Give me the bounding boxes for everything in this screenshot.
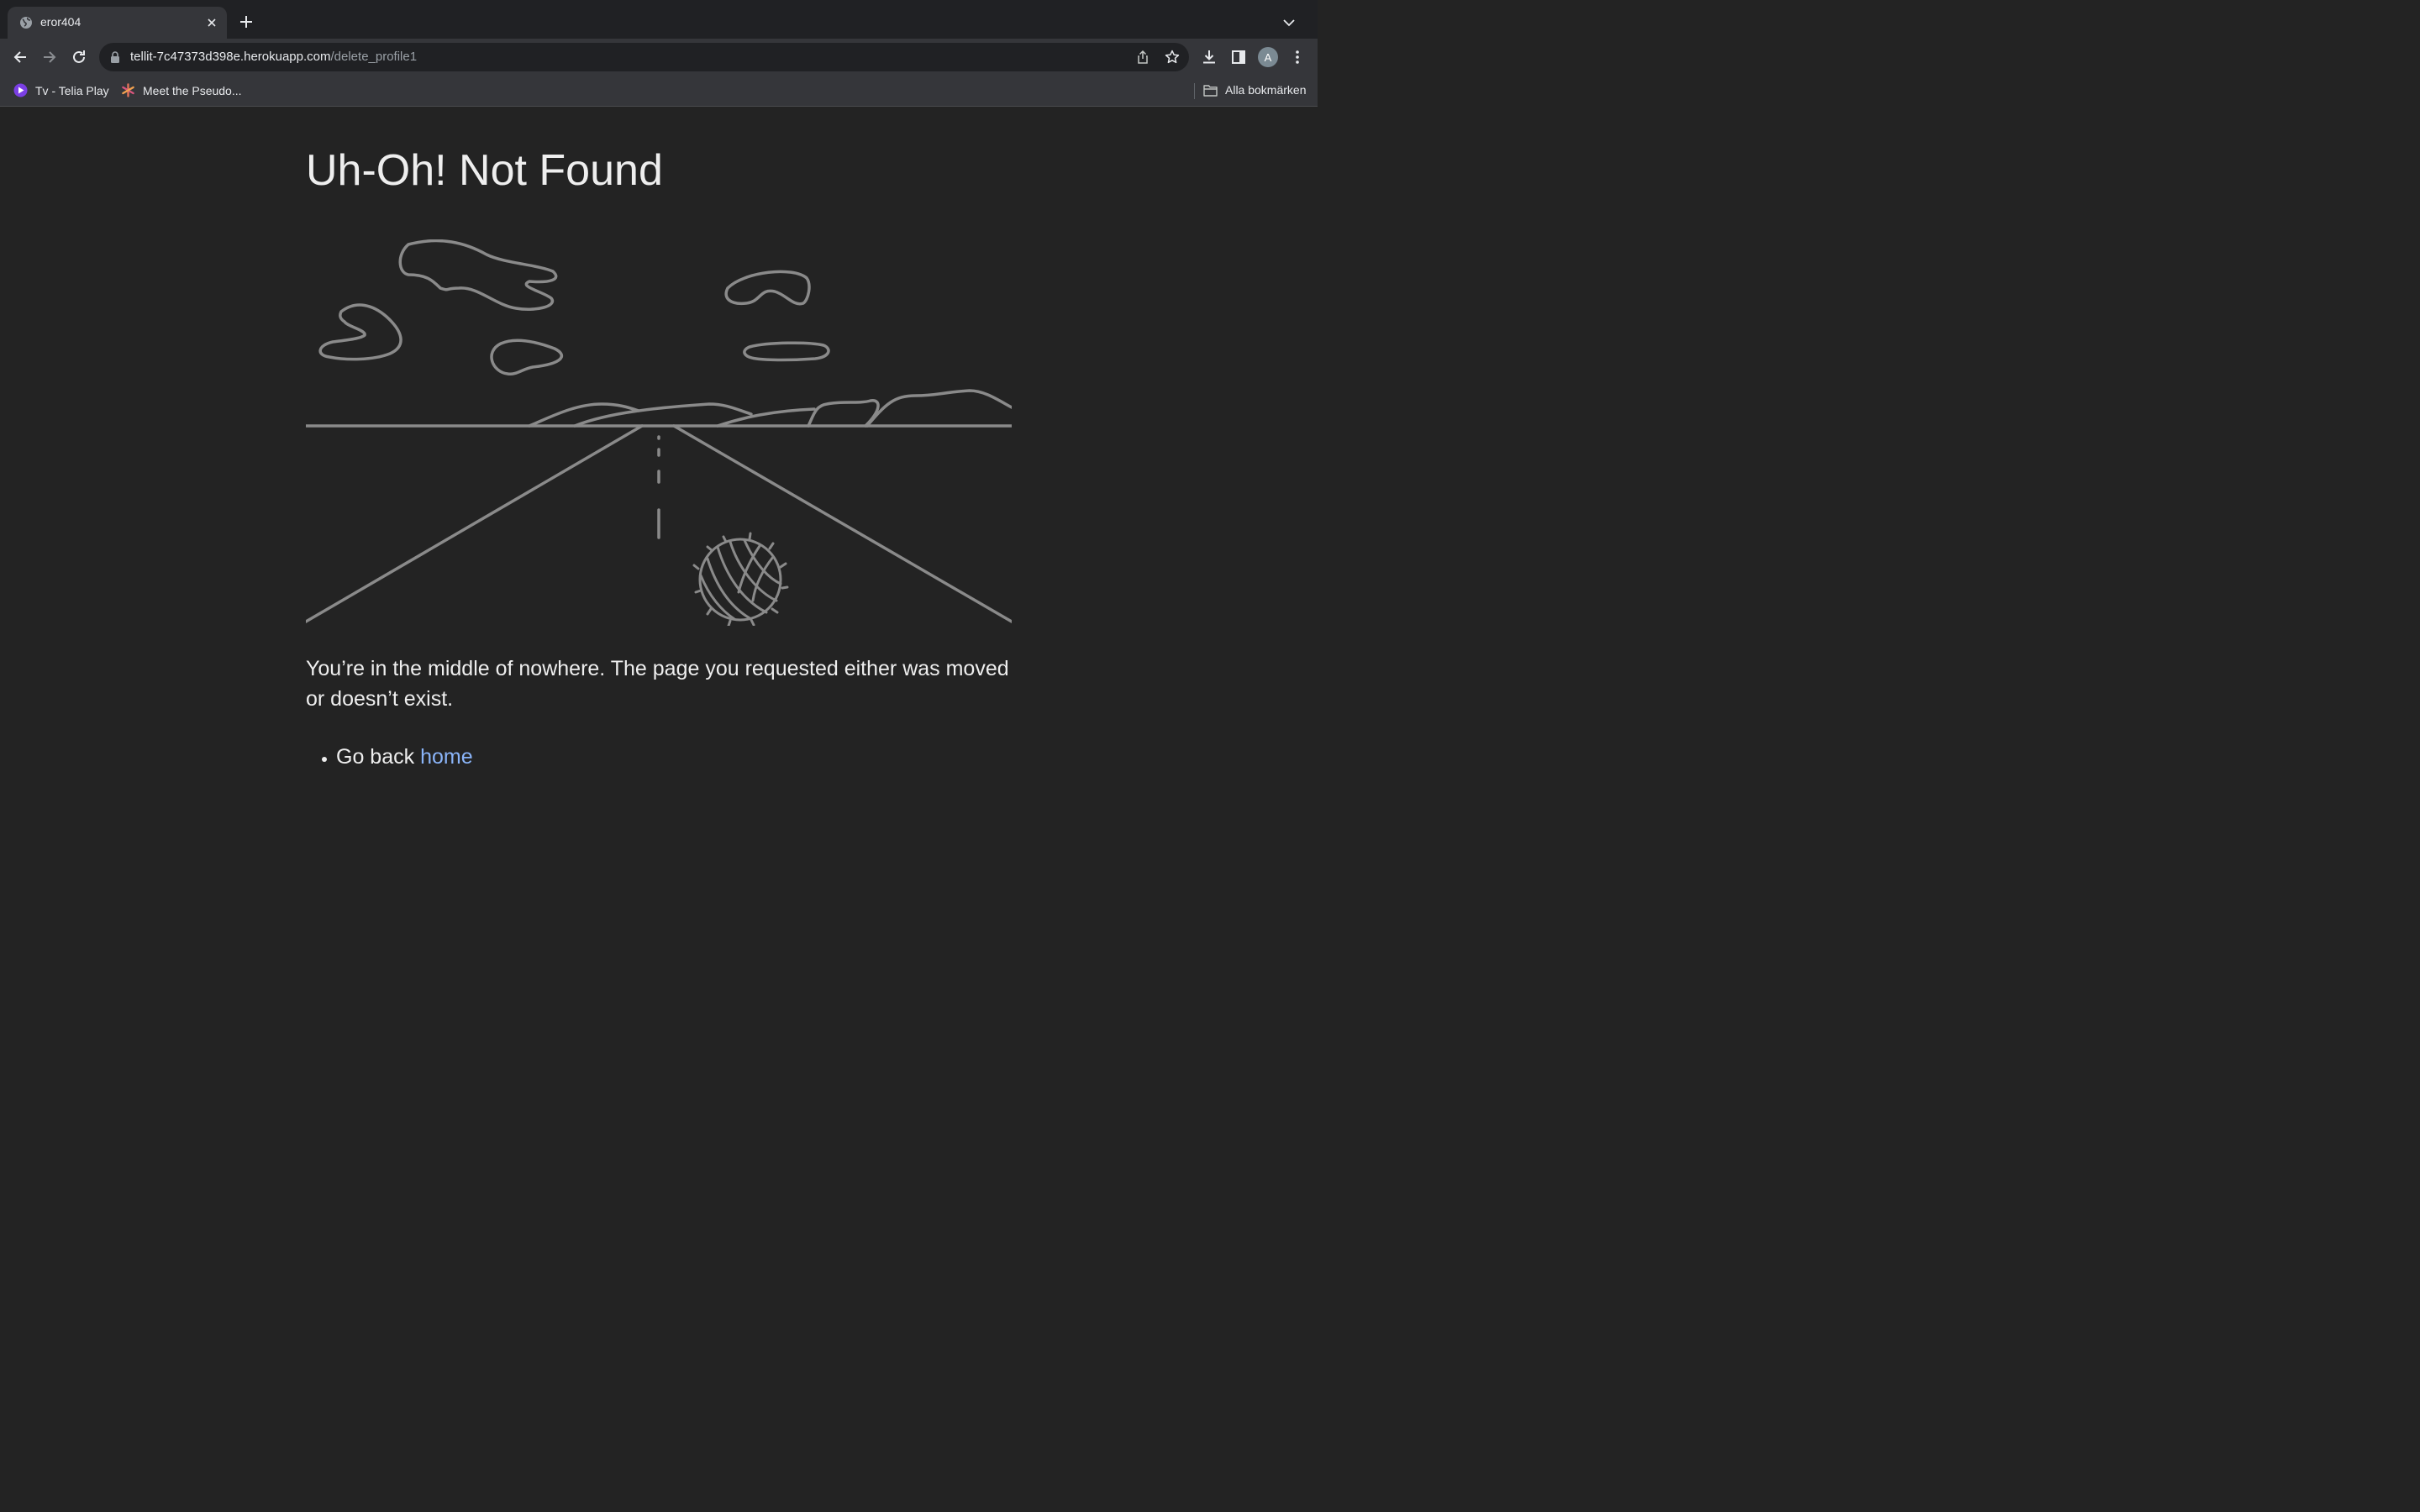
url-host: tellit-7c47373d398e.herokuapp.com <box>130 50 331 64</box>
cloud-shape <box>724 270 811 306</box>
mountain-shape <box>865 389 1012 428</box>
chevron-down-icon[interactable] <box>1282 17 1296 29</box>
url-path: /delete_profile1 <box>330 50 418 64</box>
bullet-point <box>322 757 327 762</box>
tumbleweed-icon <box>692 532 789 626</box>
all-bookmarks-button[interactable]: Alla bokmärken <box>1203 83 1307 97</box>
bookmark-telia-play[interactable]: Tv - Telia Play <box>13 83 109 97</box>
more-menu-icon[interactable] <box>1289 49 1306 66</box>
address-bar[interactable]: tellit-7c47373d398e.herokuapp.com/delete… <box>99 43 1189 71</box>
list-item: Go back home <box>306 745 473 769</box>
forward-arrow-icon[interactable] <box>40 48 59 66</box>
side-panel-icon[interactable] <box>1230 49 1247 66</box>
url-text[interactable]: tellit-7c47373d398e.herokuapp.com/delete… <box>130 50 417 64</box>
bookmarks-bar: Tv - Telia Play Meet the Pseudo... Alla … <box>0 76 1318 107</box>
page-title: Uh-Oh! Not Found <box>306 146 663 195</box>
link-prefix: Go back <box>336 745 415 769</box>
folder-icon <box>1203 84 1218 97</box>
tab-active[interactable]: eror404 <box>8 7 227 39</box>
bookmark-label: Meet the Pseudo... <box>143 83 242 97</box>
desert-road-illustration <box>306 239 1012 626</box>
cloud-shape <box>318 303 402 361</box>
tab-strip: eror404 <box>0 0 1318 39</box>
browser-toolbar: tellit-7c47373d398e.herokuapp.com/delete… <box>0 39 1318 76</box>
globe-icon <box>20 17 32 29</box>
reload-icon[interactable] <box>70 48 88 66</box>
bookmarks-divider <box>1194 83 1195 99</box>
download-icon[interactable] <box>1201 49 1218 66</box>
new-tab-icon[interactable] <box>239 14 254 29</box>
asterisk-icon <box>122 83 134 97</box>
bookmark-star-icon[interactable] <box>1165 50 1180 65</box>
mountain-shape <box>807 399 880 428</box>
all-bookmarks-label: Alla bokmärken <box>1225 83 1307 97</box>
lock-icon[interactable] <box>110 51 120 63</box>
bookmark-label: Tv - Telia Play <box>35 83 109 97</box>
share-icon[interactable] <box>1135 50 1150 65</box>
home-link[interactable]: home <box>420 745 473 769</box>
tab-title: eror404 <box>40 15 82 29</box>
close-tab-icon[interactable] <box>205 16 218 29</box>
road-edge-left <box>306 424 644 623</box>
help-links: Go back home <box>306 745 473 769</box>
cloud-shape <box>398 239 558 311</box>
road-edge-right <box>672 424 1012 623</box>
telia-play-icon <box>13 83 28 97</box>
mountain-shape <box>716 407 816 428</box>
not-found-message: You’re in the middle of nowhere. The pag… <box>306 657 1009 711</box>
cloud-shape <box>490 339 564 376</box>
profile-avatar[interactable]: A <box>1258 47 1278 67</box>
bookmark-meet-the-pseudo[interactable]: Meet the Pseudo... <box>121 83 242 97</box>
cloud-shape <box>743 341 830 362</box>
back-arrow-icon[interactable] <box>11 48 29 66</box>
